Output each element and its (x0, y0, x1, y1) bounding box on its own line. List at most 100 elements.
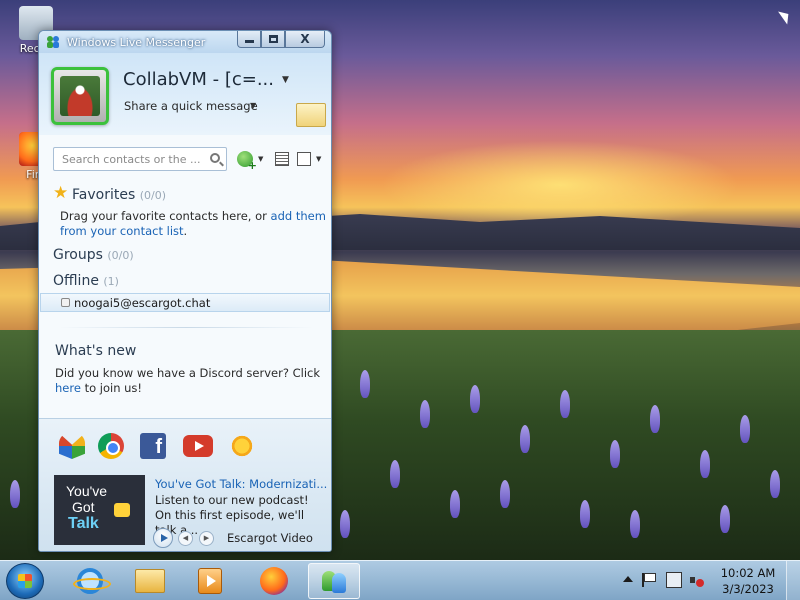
messenger-icon (320, 569, 348, 593)
video-thumb-text: Talk (68, 515, 99, 532)
favorites-text-suffix: . (183, 224, 188, 238)
clock-time: 10:02 AM (720, 566, 776, 580)
favorites-header[interactable]: Favorites (0/0) (72, 187, 166, 203)
display-name[interactable]: CollabVM - [c=... (123, 69, 274, 90)
groups-title: Groups (53, 247, 103, 263)
wallpaper-flower (470, 385, 480, 413)
folder-icon (135, 569, 165, 593)
quick-message-field[interactable]: Share a quick message (124, 99, 258, 113)
system-tray: 10:02 AM 3/3/2023 (620, 561, 800, 600)
firefox-icon (260, 567, 288, 595)
offline-header[interactable]: Offline (1) (53, 273, 119, 289)
facebook-icon[interactable]: f (140, 433, 166, 459)
minimize-button[interactable] (237, 31, 261, 48)
layout-icon (275, 152, 289, 166)
services-panel: f You've Got Talk You've Got Talk: Moder… (39, 418, 331, 551)
previous-button[interactable]: ◀ (178, 531, 193, 546)
maximize-button[interactable] (261, 31, 285, 48)
wallpaper-flower (360, 370, 370, 398)
whats-new-body: Did you know we have a Discord server? C… (55, 366, 320, 380)
taskbar-media-player[interactable] (184, 563, 236, 599)
search-input[interactable] (54, 148, 202, 170)
mouse-cursor-icon (778, 7, 793, 25)
favorites-star-icon: ★ (53, 183, 69, 203)
wallpaper-flower (390, 460, 400, 488)
favorites-title: Favorites (72, 187, 136, 203)
favorites-count: (0/0) (139, 189, 166, 202)
whats-new-title: What's new (55, 343, 137, 359)
window-caption-buttons: X (237, 31, 325, 48)
window-title: Windows Live Messenger (67, 36, 206, 49)
network-icon[interactable] (666, 572, 682, 588)
quick-message-caret-icon[interactable]: ▼ (250, 101, 256, 110)
contact-list-item[interactable]: noogai5@escargot.chat (40, 293, 330, 312)
window-titlebar[interactable]: Windows Live Messenger X (39, 31, 331, 53)
options-menu-icon (297, 152, 311, 166)
taskbar-firefox[interactable] (248, 563, 300, 599)
wallpaper-flower (10, 480, 20, 508)
show-hidden-icons-arrow-icon[interactable] (623, 576, 633, 582)
wallpaper-flower (610, 440, 620, 468)
inbox-icon[interactable] (296, 103, 326, 127)
show-desktop-button[interactable] (786, 561, 800, 600)
internet-explorer-icon (73, 568, 111, 594)
minimize-icon (244, 40, 254, 43)
taskbar-windows-explorer[interactable] (124, 563, 176, 599)
wallpaper-flower (650, 405, 660, 433)
windows-live-icon[interactable] (59, 433, 85, 459)
close-button[interactable]: X (285, 31, 325, 48)
divider (59, 327, 313, 328)
discord-link[interactable]: here (55, 381, 81, 395)
offline-status-icon (61, 298, 70, 307)
taskbar: 10:02 AM 3/3/2023 (0, 560, 800, 600)
wallpaper-flower (630, 510, 640, 538)
contact-email: noogai5@escargot.chat (74, 296, 211, 310)
favorites-help-text: Drag your favorite contacts here, or add… (60, 209, 330, 239)
taskbar-internet-explorer[interactable] (64, 563, 116, 599)
wallpaper-flower (580, 500, 590, 528)
next-button[interactable]: ▶ (199, 531, 214, 546)
wallpaper-flower (520, 425, 530, 453)
clock-date: 3/3/2023 (722, 582, 774, 596)
add-contact-button[interactable]: ▼ (237, 149, 264, 172)
change-layout-button[interactable] (275, 149, 289, 169)
options-menu-button[interactable]: ▼ (297, 149, 321, 169)
search-icon[interactable] (210, 153, 220, 163)
close-icon: X (300, 32, 310, 46)
whats-new-text: Did you know we have a Discord server? C… (55, 366, 325, 396)
maximize-icon (268, 35, 278, 43)
sun-icon[interactable] (229, 433, 255, 459)
groups-header[interactable]: Groups (0/0) (53, 247, 134, 263)
whats-new-body-suffix: to join us! (80, 381, 143, 395)
messenger-logo-icon (47, 36, 59, 48)
wallpaper-flower (770, 470, 780, 498)
avatar-picture (60, 76, 100, 116)
chevron-down-icon: ▼ (258, 155, 264, 163)
volume-muted-icon[interactable] (690, 573, 704, 587)
offline-title: Offline (53, 273, 99, 289)
taskbar-messenger[interactable] (308, 563, 360, 599)
action-center-flag-icon[interactable] (642, 573, 656, 587)
wallpaper-flower (720, 505, 730, 533)
wallpaper-flower (700, 450, 710, 478)
start-button[interactable] (6, 563, 44, 599)
groups-count: (0/0) (107, 249, 134, 262)
chrome-icon[interactable] (98, 433, 124, 459)
clock[interactable]: 10:02 AM 3/3/2023 (716, 565, 780, 597)
media-player-icon (198, 568, 222, 594)
video-thumb-text: Got (72, 499, 95, 515)
contact-search-box[interactable] (53, 147, 227, 171)
status-dropdown-caret-icon[interactable]: ▼ (282, 75, 289, 85)
add-contact-icon (237, 151, 257, 172)
avatar[interactable] (51, 67, 109, 125)
offline-count: (1) (103, 275, 119, 288)
wallpaper-flower (740, 415, 750, 443)
play-button[interactable] (153, 528, 173, 548)
video-thumbnail[interactable]: You've Got Talk (54, 475, 145, 545)
video-title-link[interactable]: You've Got Talk: Modernizati... (155, 477, 327, 491)
youtube-icon[interactable] (183, 435, 213, 457)
video-source: Escargot Video (227, 531, 313, 545)
messenger-window: Windows Live Messenger X CollabVM - [c=.… (38, 30, 332, 552)
wallpaper-flower (340, 510, 350, 538)
wallpaper-flower (560, 390, 570, 418)
